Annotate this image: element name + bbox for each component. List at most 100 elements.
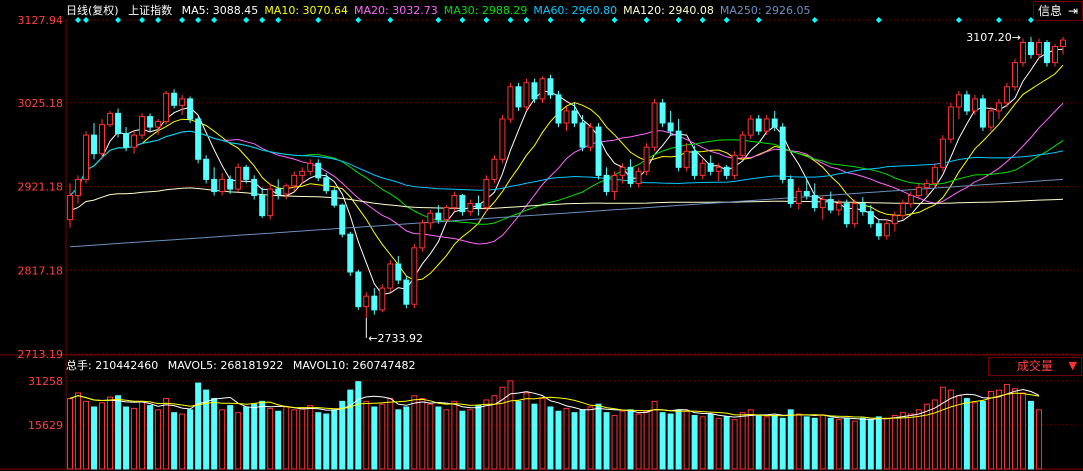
candle[interactable] [875,219,882,240]
candle[interactable] [1060,36,1066,55]
candle[interactable] [163,90,170,125]
candle[interactable] [723,164,730,180]
candle[interactable] [291,171,298,192]
candle[interactable] [651,98,658,152]
candle[interactable] [923,179,930,196]
candle[interactable] [603,167,610,196]
candle[interactable] [235,163,242,192]
candle[interactable] [67,183,73,228]
candle[interactable] [1044,40,1050,67]
candle[interactable] [779,123,786,184]
candle[interactable] [483,175,490,212]
info-button[interactable]: 信息 ⇥ [1033,1,1083,21]
candle[interactable] [139,113,146,140]
candle[interactable] [995,98,1002,120]
candle[interactable] [763,114,770,136]
candle[interactable] [395,255,402,285]
candle[interactable] [355,269,362,310]
candle[interactable] [683,143,690,172]
candle[interactable] [91,123,98,160]
candle[interactable] [1027,36,1034,59]
candle[interactable] [659,98,666,128]
candle[interactable] [187,96,194,124]
candle[interactable] [499,114,506,164]
candle[interactable] [171,89,178,109]
candle[interactable] [1003,82,1010,107]
candle[interactable] [123,127,130,152]
candle[interactable] [899,199,906,220]
candle[interactable] [251,175,258,200]
candle[interactable] [819,195,826,220]
candle[interactable] [523,78,530,111]
candle[interactable] [507,82,514,124]
indicator-selector[interactable]: 成交量 ▼ [988,357,1082,376]
candle[interactable] [547,74,554,99]
candle[interactable] [299,167,306,184]
candle[interactable] [595,123,602,180]
candle[interactable] [667,110,674,136]
candle[interactable] [955,90,962,120]
candle[interactable] [131,131,138,154]
candle[interactable] [539,76,546,103]
candle[interactable] [275,179,282,200]
candle[interactable] [83,131,89,184]
candle[interactable] [411,243,418,309]
candle[interactable] [267,183,274,220]
candle[interactable] [219,172,226,196]
candle[interactable] [515,82,522,111]
candle[interactable] [491,155,498,184]
candle[interactable] [531,78,538,103]
candle[interactable] [939,135,946,172]
candle[interactable] [203,155,210,184]
candle[interactable] [419,219,426,252]
candle[interactable] [331,187,338,208]
candle[interactable] [787,175,794,208]
candle[interactable] [1019,38,1026,67]
candle[interactable] [1052,44,1058,67]
candle[interactable] [387,259,394,293]
candle[interactable] [643,143,650,176]
candle[interactable] [1011,58,1018,91]
candle[interactable] [115,108,122,138]
candle[interactable] [563,106,570,132]
candle[interactable] [571,102,578,128]
candle[interactable] [363,292,370,318]
candle[interactable] [739,131,746,160]
candle[interactable] [179,94,186,115]
candle[interactable] [747,114,754,140]
candle[interactable] [635,167,642,188]
candle[interactable] [339,203,346,238]
candle[interactable] [107,110,114,128]
candle[interactable] [987,106,994,132]
candle[interactable] [379,284,386,313]
candle[interactable] [227,175,234,194]
candle[interactable] [707,155,714,176]
candle[interactable] [283,183,290,200]
candle[interactable] [195,116,202,164]
candle[interactable] [555,90,562,128]
candle[interactable] [795,187,802,210]
candle[interactable] [99,119,106,160]
candle[interactable] [971,94,978,115]
candle[interactable] [75,175,81,204]
candle[interactable] [611,171,618,200]
candle[interactable] [691,145,698,180]
candle[interactable] [371,288,378,315]
candle[interactable] [755,114,762,136]
candle[interactable] [1035,38,1042,59]
candle[interactable] [947,102,954,144]
candle[interactable] [859,197,866,216]
candle[interactable] [883,219,890,240]
candle[interactable] [243,164,250,184]
candle[interactable] [211,167,218,196]
candle[interactable] [979,94,986,132]
candle[interactable] [475,195,482,216]
candle[interactable] [467,199,474,216]
candle[interactable] [323,172,330,194]
candle[interactable] [459,193,466,216]
candle[interactable] [851,199,858,228]
candle[interactable] [147,113,154,132]
candle[interactable] [843,199,850,228]
candle[interactable] [627,159,634,188]
candle[interactable] [963,90,970,115]
